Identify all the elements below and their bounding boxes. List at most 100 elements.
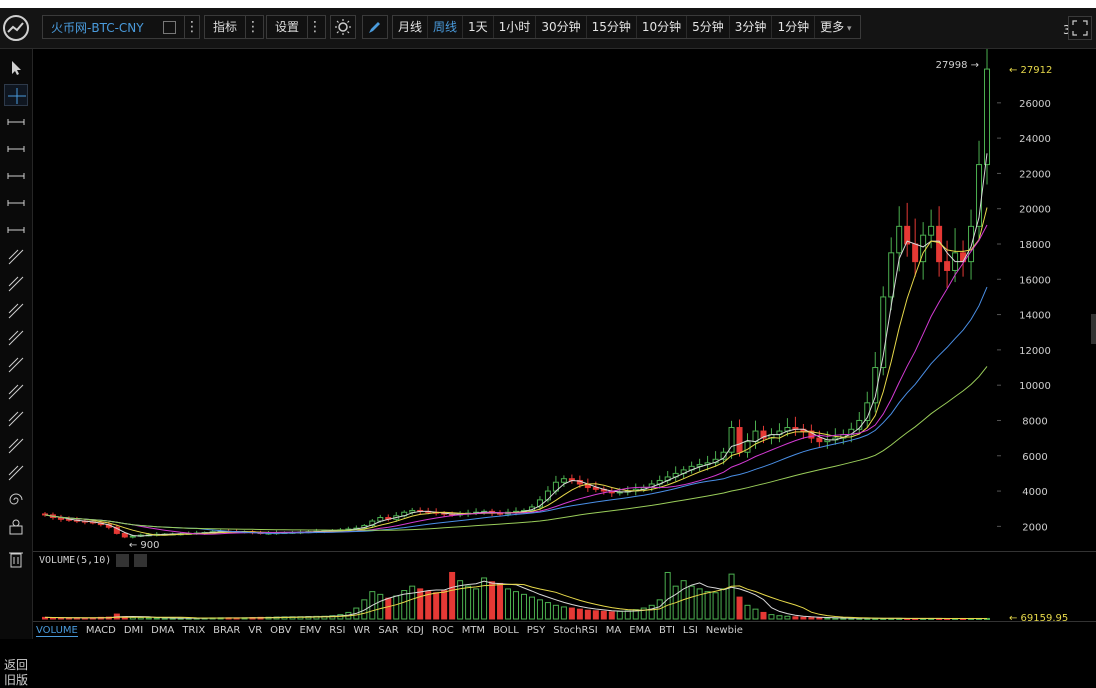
trend-line-tool[interactable] [4, 273, 28, 295]
ma-line-40 [44, 366, 988, 531]
price-tick-label: 4000 [1022, 487, 1047, 498]
volume-bar [696, 588, 703, 620]
fullscreen-icon[interactable] [1068, 16, 1092, 40]
indicator-tab-roc[interactable]: ROC [432, 625, 454, 637]
candle-body [912, 243, 919, 263]
price-tick-label: 24000 [1019, 134, 1051, 145]
settings-label: 设置 [275, 20, 300, 34]
indicator-tab-macd[interactable]: MACD [86, 625, 116, 637]
volume-bar [385, 597, 392, 620]
cursor-arrow-tool[interactable] [4, 57, 28, 79]
indicator-tab-volume[interactable]: VOLUME [36, 625, 78, 637]
indicator-tab-mtm[interactable]: MTM [462, 625, 485, 637]
period-9[interactable]: 1分钟 [772, 16, 816, 38]
price-tick-label: 22000 [1019, 169, 1051, 180]
more-vertical-icon[interactable]: ⋮ [308, 20, 322, 34]
symbol-selector[interactable]: 火币网-BTC-CNY ⋮ [42, 15, 200, 39]
indicator-tab-bti[interactable]: BTI [659, 625, 675, 637]
indicator-tab-obv[interactable]: OBV [270, 625, 291, 637]
period-10[interactable]: 更多 ▾ [815, 16, 856, 38]
period-7[interactable]: 5分钟 [687, 16, 730, 38]
fork-line-tool[interactable] [4, 300, 28, 322]
volume-bar [528, 596, 535, 620]
price-tick-label: 6000 [1022, 452, 1047, 463]
indicator-tab-ma[interactable]: MA [606, 625, 621, 637]
indicator-tab-emv[interactable]: EMV [299, 625, 321, 637]
crosshair-tool[interactable] [4, 84, 28, 106]
volume-bar [520, 593, 527, 620]
spiral-icon [9, 493, 23, 505]
more-vertical-icon[interactable]: ⋮ [246, 20, 260, 34]
volume-bar [760, 611, 767, 620]
candle-body [888, 252, 895, 298]
period-0[interactable]: 月线 [393, 16, 429, 38]
price-range-tool[interactable] [4, 219, 28, 241]
volume-bar [377, 593, 384, 620]
period-1[interactable]: 周线 [428, 16, 464, 38]
indicator-tab-sar[interactable]: SAR [378, 625, 398, 637]
indicator-tab-dmi[interactable]: DMI [124, 625, 143, 637]
volume-bar [544, 602, 551, 620]
price-tick-label: 8000 [1022, 416, 1047, 427]
indicator-tab-wr[interactable]: WR [353, 625, 370, 637]
indicator-tab-newbie[interactable]: Newbie [706, 625, 743, 637]
period-8[interactable]: 3分钟 [730, 16, 773, 38]
period-2[interactable]: 1天 [463, 16, 494, 38]
volume-bar [648, 604, 655, 620]
parallel-channel-tool[interactable] [4, 246, 28, 268]
horizontal-ray-tool[interactable] [4, 165, 28, 187]
fibonacci-retracement-tool[interactable] [4, 381, 28, 403]
magnet-tool[interactable] [4, 516, 28, 538]
gann-fan-tool[interactable] [4, 435, 28, 457]
settings-button[interactable]: 设置 ⋮ [266, 15, 326, 39]
horizontal-line-tool[interactable] [4, 138, 28, 160]
volume-bar [552, 604, 559, 620]
period-6[interactable]: 10分钟 [637, 16, 688, 38]
indicator-tab-rsi[interactable]: RSI [329, 625, 345, 637]
indicators-button[interactable]: 指标 ⋮ [204, 15, 264, 39]
volume-bar [704, 591, 711, 620]
period-5[interactable]: 15分钟 [587, 16, 637, 38]
indicator-tab-lsi[interactable]: LSI [683, 625, 698, 637]
ray-line-tool[interactable] [4, 111, 28, 133]
candle-body [409, 509, 416, 513]
gann-fan-icon [8, 438, 24, 454]
price-range-icon [7, 227, 25, 233]
indicator-tab-ema[interactable]: EMA [629, 625, 651, 637]
volume-bar [153, 617, 160, 620]
spiral-tool[interactable] [4, 489, 28, 511]
volume-bar [720, 588, 727, 620]
period-3[interactable]: 1小时 [494, 16, 537, 38]
indicator-tab-dma[interactable]: DMA [151, 625, 174, 637]
vertical-line-tool[interactable] [4, 192, 28, 214]
volume-settings-icon[interactable] [116, 554, 129, 567]
sun-icon [335, 19, 351, 35]
fibonacci-fan-tool[interactable] [4, 408, 28, 430]
candle-body [121, 532, 128, 538]
pitchfork-tool[interactable] [4, 462, 28, 484]
indicator-tab-brar[interactable]: BRAR [213, 625, 240, 637]
more-vertical-icon[interactable]: ⋮ [185, 20, 199, 34]
period-4[interactable]: 30分钟 [536, 16, 587, 38]
indicator-tab-vr[interactable]: VR [248, 625, 262, 637]
trend-line-icon [8, 276, 24, 292]
volume-bar [744, 604, 751, 620]
chart-scroll-handle[interactable] [1091, 314, 1096, 344]
volume-bar [145, 617, 152, 620]
arrow-line-tool[interactable] [4, 354, 28, 376]
indicator-tab-boll[interactable]: BOLL [493, 625, 519, 637]
back-to-old-version-link[interactable]: 返回旧版 [0, 658, 32, 688]
indicator-tab-psy[interactable]: PSY [527, 625, 546, 637]
volume-close-icon[interactable] [134, 554, 147, 567]
indicator-tab-kdj[interactable]: KDJ [407, 625, 424, 637]
candle-body [816, 437, 823, 443]
volume-bar [505, 588, 512, 620]
indicator-tab-trix[interactable]: TRIX [182, 625, 205, 637]
theme-toggle-button[interactable] [330, 15, 356, 39]
triangle-line-tool[interactable] [4, 327, 28, 349]
indicator-tab-stochrsi[interactable]: StochRSI [553, 625, 597, 637]
external-link-icon[interactable] [163, 20, 176, 34]
draw-toggle-button[interactable] [362, 15, 388, 39]
volume-bar [536, 599, 543, 620]
trash-tool[interactable] [4, 548, 28, 570]
